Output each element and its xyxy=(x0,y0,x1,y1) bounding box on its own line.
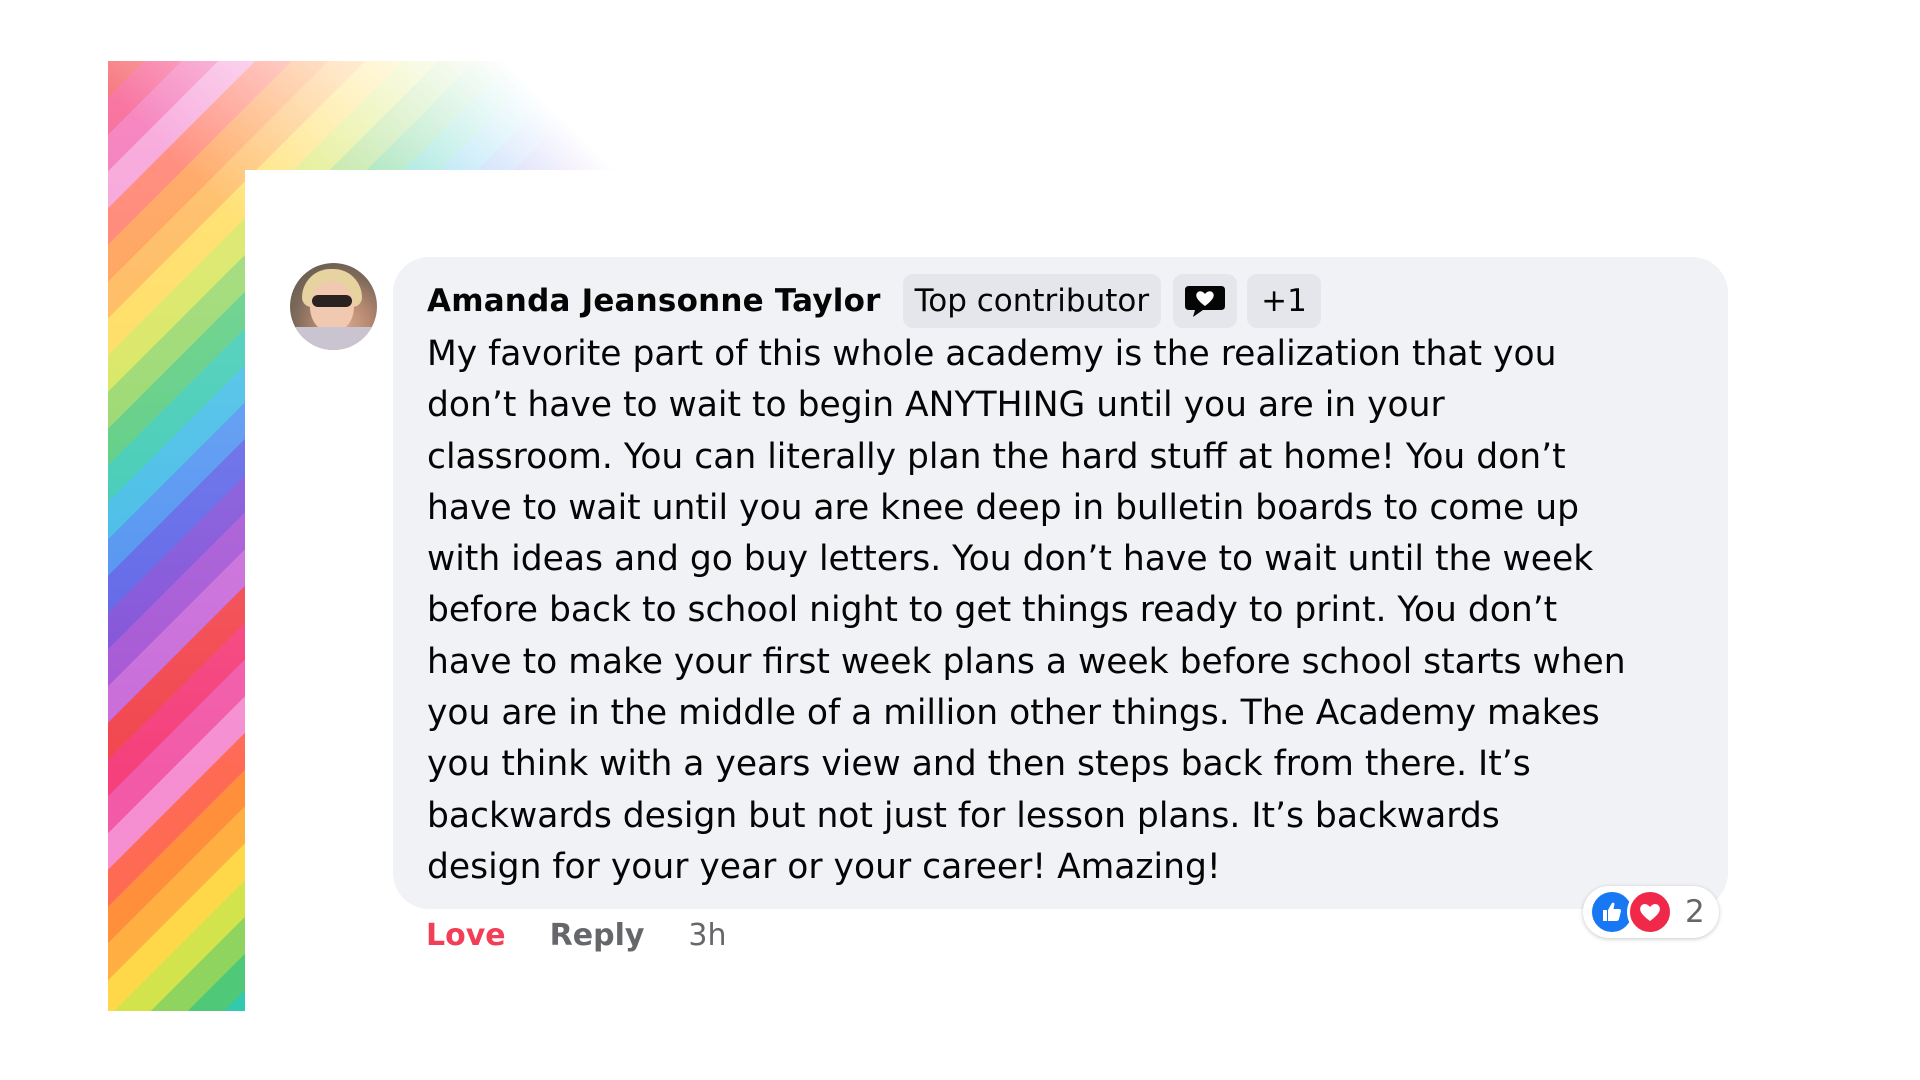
reply-button[interactable]: Reply xyxy=(550,918,645,953)
comment-text: My favorite part of this whole academy i… xyxy=(427,334,1626,887)
love-icon xyxy=(1627,889,1673,935)
reaction-count: 2 xyxy=(1685,894,1705,930)
avatar-shirt xyxy=(290,327,377,350)
avatar-sunglasses xyxy=(312,295,352,307)
speech-bubble-heart-icon[interactable] xyxy=(1173,274,1238,328)
love-reaction-button[interactable]: Love xyxy=(426,918,506,953)
comment-timestamp[interactable]: 3h xyxy=(688,918,726,953)
author-name[interactable]: Amanda Jeansonne Taylor xyxy=(427,283,881,319)
more-badges-count[interactable]: +1 xyxy=(1247,274,1321,328)
top-contributor-badge[interactable]: Top contributor xyxy=(902,274,1162,328)
reactions-summary[interactable]: 2 xyxy=(1583,886,1719,938)
comment-bubble: Amanda Jeansonne Taylor Top contributor … xyxy=(393,257,1728,909)
avatar-face xyxy=(310,281,354,333)
avatar[interactable] xyxy=(290,263,377,350)
comment-actions: Love Reply 3h xyxy=(426,910,727,960)
comment-header: Amanda Jeansonne Taylor Top contributor … xyxy=(427,273,1694,329)
